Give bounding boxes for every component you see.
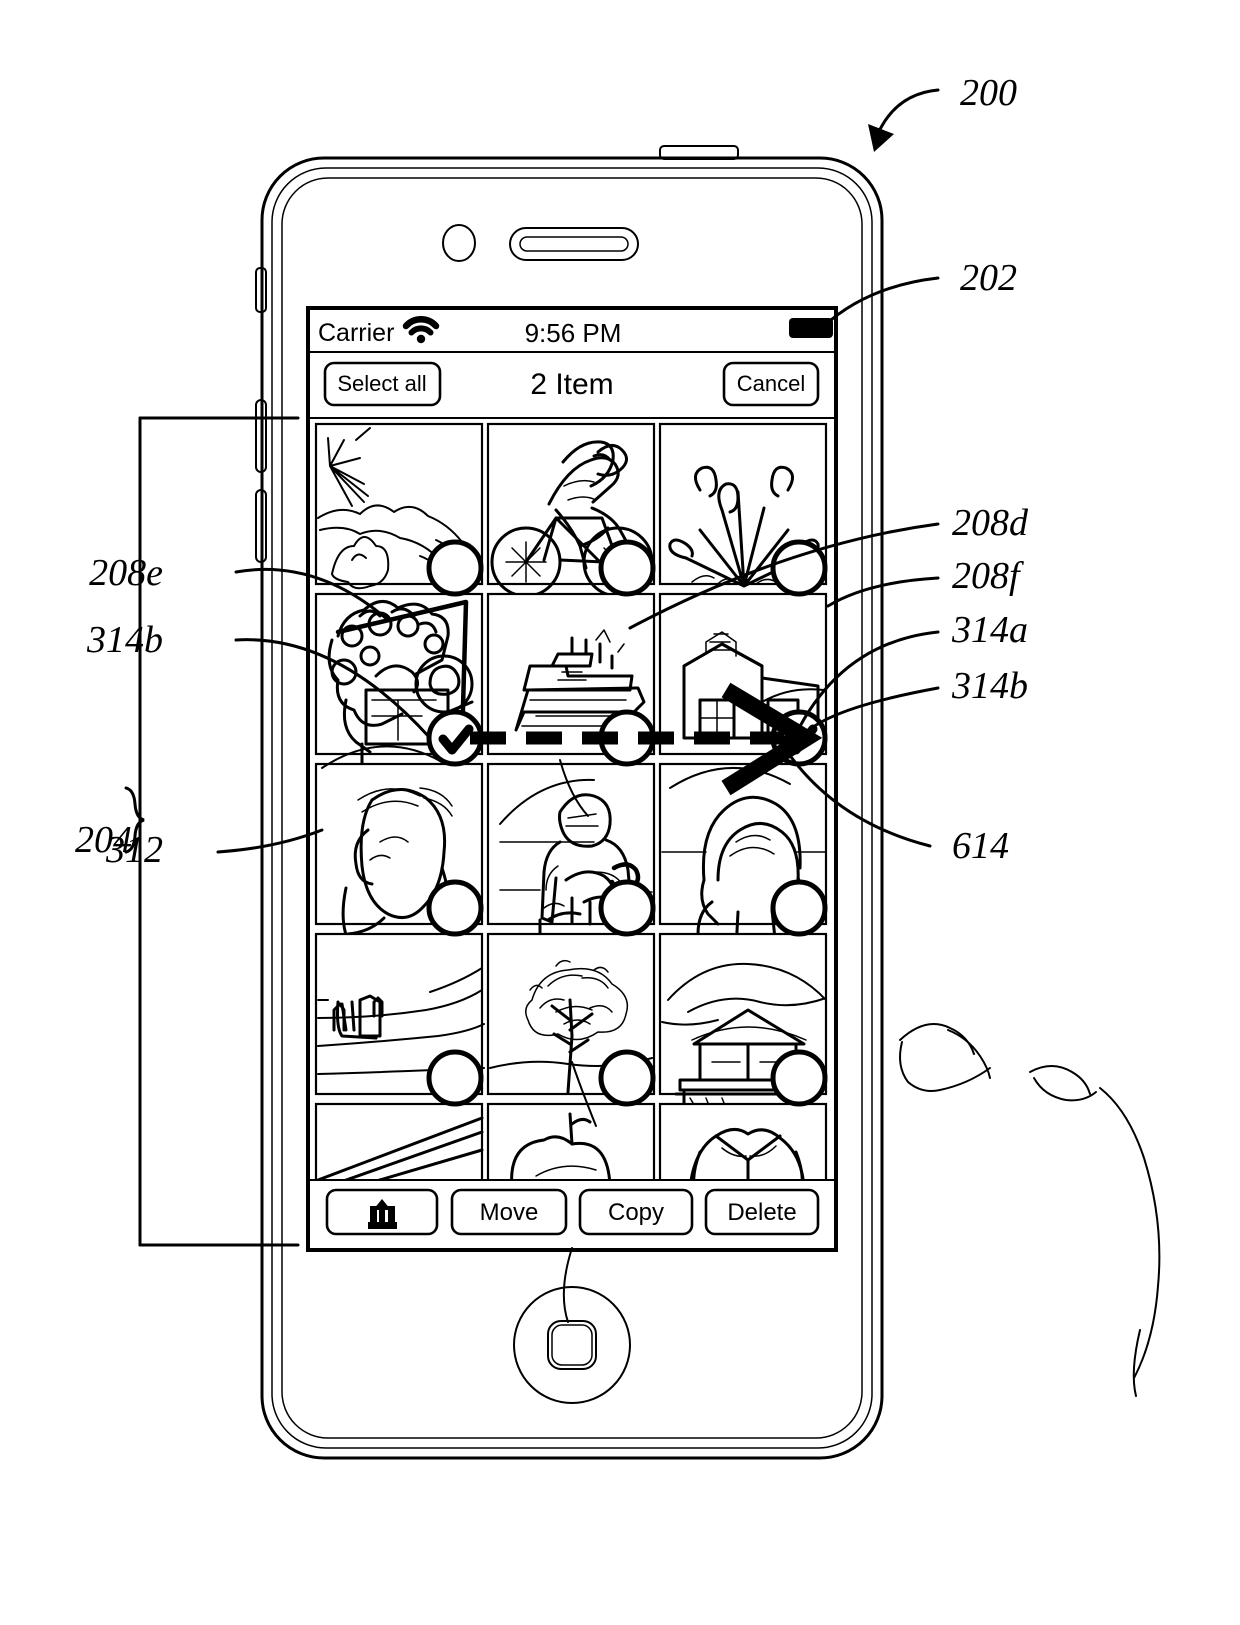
- ref-label-200: 200: [960, 72, 1017, 114]
- move-button-label: Move: [480, 1199, 539, 1226]
- home-button-square-inner: [551, 1324, 593, 1366]
- earpiece-speaker-icon: [509, 227, 639, 261]
- hand-outline-sketch: [899, 1023, 1161, 1397]
- ref-label-312: 312: [105, 829, 163, 871]
- selection-indicator-unselected[interactable]: [770, 1049, 828, 1107]
- display-screen: Carrier 9:56 PM Select all 2 Item Cancel…: [306, 306, 838, 1252]
- selection-indicator-unselected[interactable]: [598, 1049, 656, 1107]
- cancel-button[interactable]: Cancel: [722, 361, 820, 407]
- figure-canvas: Carrier 9:56 PM Select all 2 Item Cancel…: [75, 72, 1161, 1460]
- delete-button-label: Delete: [727, 1199, 796, 1226]
- ref-label-208f: 208f: [952, 555, 1024, 597]
- ref-label-202: 202: [960, 257, 1017, 299]
- select-all-button[interactable]: Select all: [323, 361, 442, 407]
- selection-indicator-unselected[interactable]: [598, 879, 656, 937]
- ref-label-208d: 208d: [952, 502, 1029, 544]
- delete-button[interactable]: Delete: [704, 1188, 820, 1236]
- cancel-button-label: Cancel: [737, 371, 805, 396]
- ref-label-314b-right: 314b: [951, 665, 1028, 707]
- ref-label-208e: 208e: [89, 552, 163, 594]
- selection-indicator-unselected[interactable]: [426, 879, 484, 937]
- clock-label: 9:56 PM: [525, 318, 622, 348]
- selection-indicator-unselected[interactable]: [770, 879, 828, 937]
- share-button[interactable]: [325, 1188, 439, 1236]
- ref-label-614: 614: [952, 825, 1009, 867]
- selection-indicator-unselected[interactable]: [426, 1049, 484, 1107]
- selection-indicator-unselected[interactable]: [426, 539, 484, 597]
- copy-button-label: Copy: [608, 1199, 664, 1226]
- move-button[interactable]: Move: [450, 1188, 568, 1236]
- home-button[interactable]: [513, 1286, 631, 1404]
- copy-button[interactable]: Copy: [578, 1188, 694, 1236]
- patent-figure: Carrier 9:56 PM Select all 2 Item Cancel…: [0, 0, 1240, 1625]
- ref-label-314a: 314a: [951, 609, 1028, 651]
- front-camera-icon: [442, 224, 476, 262]
- nav-bar-title: 2 Item: [530, 368, 613, 401]
- thumbnail-grid: [314, 422, 828, 1180]
- carrier-label: Carrier: [318, 319, 394, 347]
- ref-label-314b-left: 314b: [86, 619, 163, 661]
- selection-indicator-unselected[interactable]: [598, 539, 656, 597]
- battery-icon: [789, 318, 833, 338]
- earpiece-speaker-slot: [519, 236, 629, 252]
- select-all-button-label: Select all: [337, 371, 426, 396]
